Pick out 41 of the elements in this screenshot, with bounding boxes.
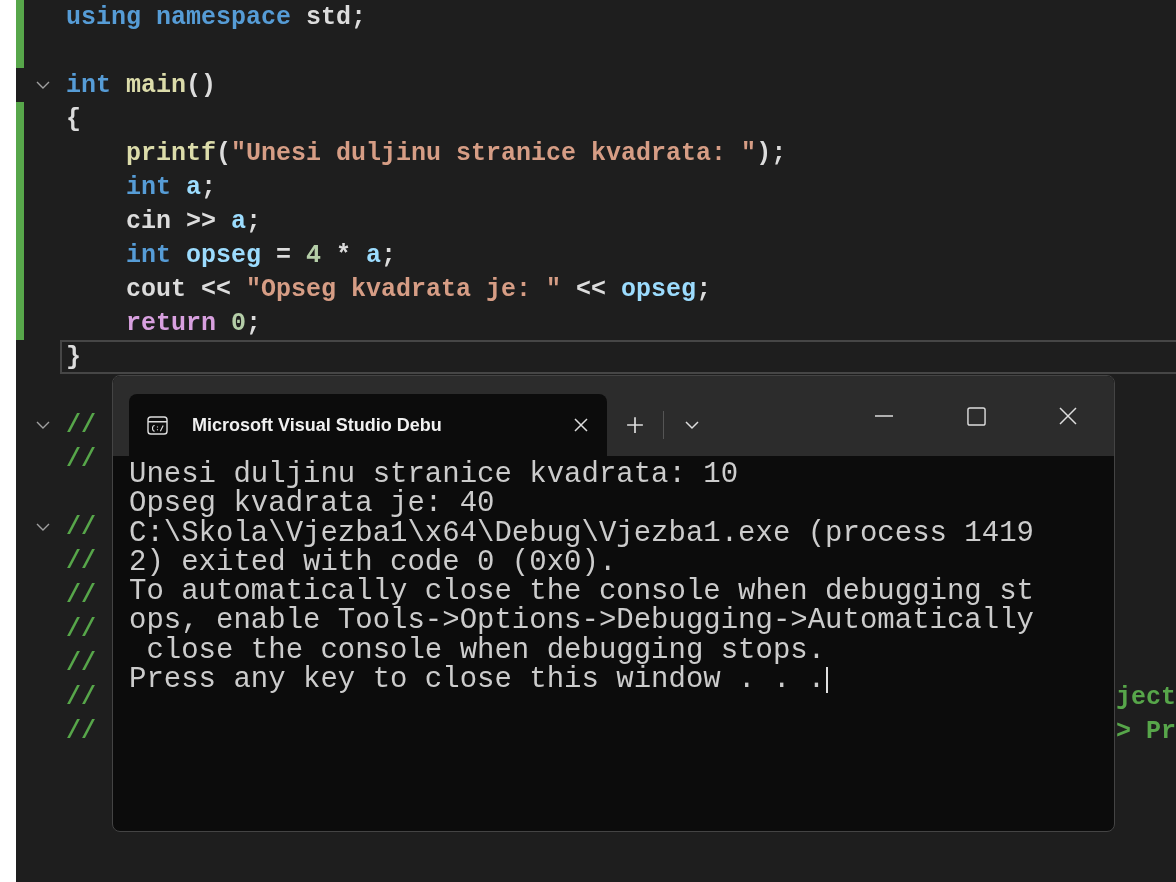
console-line: ops, enable Tools->Options->Debugging->Automatically bbox=[129, 606, 1034, 636]
code-line: cout << "Opseg kvadrata je: " << opseg; bbox=[126, 274, 712, 304]
code-line: int a; bbox=[126, 172, 217, 202]
console-line: Unesi duljinu stranice kvadrata: 10 bbox=[129, 460, 739, 490]
code-line: using namespace std; bbox=[66, 2, 367, 32]
maximize-icon bbox=[966, 406, 986, 426]
code-line: // bbox=[66, 410, 96, 440]
code-line: // bbox=[66, 682, 96, 712]
close-tab-icon[interactable] bbox=[573, 417, 589, 433]
code-line: // bbox=[66, 444, 96, 474]
code-line: // bbox=[66, 648, 96, 678]
code-line: cin >> a; bbox=[126, 206, 262, 236]
code-line: // bbox=[66, 614, 96, 644]
console-line: close the console when debugging stops. bbox=[146, 635, 826, 666]
code-line: int main() bbox=[66, 70, 217, 100]
code-line: // bbox=[66, 716, 96, 746]
chevron-icon[interactable] bbox=[36, 522, 50, 532]
chevron-icon[interactable] bbox=[36, 420, 50, 430]
terminal-icon bbox=[147, 415, 168, 435]
code-line: // bbox=[66, 512, 96, 542]
console-line: C:\Skola\Vjezba1\x64\Debug\Vjezba1.exe (process 1419 bbox=[129, 518, 1034, 548]
minimize-icon bbox=[874, 414, 894, 418]
console-tab[interactable]: Microsoft Visual Studio Debu bbox=[129, 394, 607, 456]
code-line: // bbox=[66, 580, 96, 610]
console-line: 2) exited with code 0 (0x0). bbox=[129, 547, 617, 578]
console-line: To automatically close the console when debugging st bbox=[129, 577, 1034, 607]
code-line: // bbox=[66, 546, 96, 576]
code-line: return 0; bbox=[126, 308, 262, 338]
comment-text: ject bbox=[1116, 682, 1176, 712]
code-editor[interactable] bbox=[16, 0, 1176, 882]
comment-text: > Pr bbox=[1116, 716, 1176, 746]
close-icon bbox=[1058, 406, 1078, 426]
chevron-icon[interactable] bbox=[36, 80, 50, 90]
code-line: printf("Unesi duljinu stranice kvadrata: "); bbox=[126, 138, 787, 168]
plus-icon bbox=[626, 416, 644, 434]
console-line: Press any key to close this window . . . bbox=[129, 665, 826, 695]
code-line: } bbox=[60, 340, 1176, 374]
code-line: { bbox=[66, 104, 81, 134]
code-line: int opseg = 4 * a; bbox=[126, 240, 397, 270]
chevron-down-icon bbox=[684, 420, 700, 430]
console-line: Opseg kvadrata je: 40 bbox=[129, 489, 495, 519]
